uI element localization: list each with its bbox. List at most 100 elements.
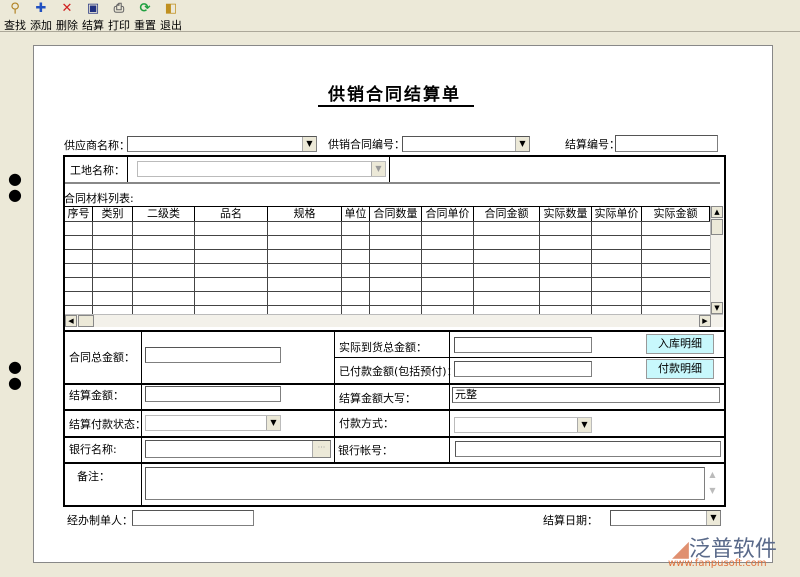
pay-status-label: 结算付款状态： [69,416,146,432]
add-icon: ✚ [33,2,49,16]
inbound-detail-button[interactable]: 入库明细 [646,334,714,354]
scroll-down-icon[interactable]: ▼ [711,302,723,314]
column-header[interactable]: 实际数量 [540,207,592,221]
scroll-thumb[interactable] [78,315,94,327]
column-header[interactable]: 合同单价 [422,207,474,221]
settle-date-picker[interactable]: ▼ [610,510,721,526]
column-header[interactable]: 序号 [65,207,93,221]
divider [334,332,335,462]
print-button[interactable]: ⎙打印 [106,2,132,33]
remark-scrollbar[interactable]: ▲▼ [706,467,719,500]
column-header[interactable]: 二级类 [133,207,195,221]
chevron-down-icon: ▼ [515,137,529,151]
table-row [65,291,710,292]
divider [63,462,726,464]
remark-label: 备注： [77,468,110,484]
more-icon[interactable]: ··· [312,441,330,457]
materials-table[interactable]: 序号类别二级类品名规格单位合同数量合同单价合同金额实际数量实际单价实际金额 [65,206,710,314]
supplier-select[interactable]: ▼ [127,136,317,152]
binder-clip-icon: ● ● [8,359,54,375]
paid-amount-input[interactable] [454,361,592,377]
column-header[interactable]: 类别 [93,207,133,221]
contract-no-label: 供销合同编号： [328,136,405,152]
bank-account-input[interactable] [455,441,721,457]
site-select[interactable]: ▼ [137,161,386,177]
payment-detail-button[interactable]: 付款明细 [646,359,714,379]
chevron-down-icon: ▼ [577,418,591,432]
vertical-scrollbar[interactable]: ▲ ▼ [710,206,723,314]
actual-total-input[interactable] [454,337,592,353]
settle-upper-label: 结算金额大写： [339,390,416,406]
supplier-label: 供应商名称： [64,137,130,153]
settle-no-input[interactable] [615,135,718,152]
brand-url: www.fanpusoft.com [668,558,767,569]
contract-total-input[interactable] [145,347,281,363]
exit-button[interactable]: ◧退出 [158,2,184,33]
toolbar: ⚲查找 ✚添加 ✕删除 ▣结算 ⎙打印 ⟳重置 ◧退出 [0,0,800,32]
contract-no-select[interactable]: ▼ [402,136,530,152]
table-row [65,249,710,250]
table-row [65,221,710,222]
column-header[interactable]: 实际金额 [642,207,710,221]
actual-total-label: 实际到货总金额： [339,339,427,355]
search-button[interactable]: ⚲查找 [2,2,28,33]
settle-amount-label: 结算金额： [69,387,124,403]
bank-account-label: 银行帐号： [338,442,393,458]
exit-icon: ◧ [163,2,179,16]
divider [63,409,726,411]
settle-date-label: 结算日期： [543,512,598,528]
contract-total-label: 合同总金额： [69,349,135,365]
divider [389,157,390,182]
chevron-down-icon: ▼ [266,416,280,430]
column-header[interactable]: 合同金额 [474,207,540,221]
delete-icon: ✕ [59,2,75,16]
paid-amount-label: 已付款金额(包括预付)： [339,363,458,379]
settle-button[interactable]: ▣结算 [80,2,106,33]
column-header[interactable]: 规格 [268,207,342,221]
pay-status-select[interactable]: ▼ [145,415,281,431]
pay-method-label: 付款方式： [339,415,394,431]
reset-button[interactable]: ⟳重置 [132,2,158,33]
bank-name-input[interactable]: ··· [145,440,331,458]
chevron-down-icon: ▼ [302,137,316,151]
divider [63,436,726,438]
site-label: 工地名称： [70,162,125,178]
column-header[interactable]: 品名 [195,207,268,221]
table-row [65,277,710,278]
column-header[interactable]: 实际单价 [592,207,642,221]
divider [334,357,726,358]
scroll-up-icon[interactable]: ▲ [711,206,723,218]
delete-button[interactable]: ✕删除 [54,2,80,33]
search-icon: ⚲ [7,2,23,16]
scroll-left-icon[interactable]: ◀ [65,315,77,327]
settle-amount-input[interactable] [145,386,281,402]
operator-input[interactable] [132,510,254,526]
bank-name-label: 银行名称: [69,441,117,457]
table-row [65,305,710,306]
scroll-thumb[interactable] [711,219,723,235]
settle-upper-input[interactable]: 元整 [452,387,720,403]
pay-method-select[interactable]: ▼ [454,417,592,433]
divider [65,182,720,184]
operator-label: 经办制单人： [67,512,133,528]
divider [127,157,128,182]
page-title: 供销合同结算单 [328,80,461,105]
binder-clip-icon: ● ● [8,171,54,187]
table-row [65,263,710,264]
materials-label: 合同材料列表: [64,190,134,206]
divider [63,383,726,385]
chevron-down-icon: ▼ [706,511,720,525]
column-header[interactable]: 单位 [342,207,370,221]
column-header[interactable]: 合同数量 [370,207,422,221]
title-underline [318,105,474,107]
remark-textarea[interactable] [145,467,705,500]
print-icon: ⎙ [111,2,127,16]
divider [449,332,450,462]
chevron-down-icon: ▼ [371,162,385,176]
table-row [65,235,710,236]
add-button[interactable]: ✚添加 [28,2,54,33]
save-icon: ▣ [85,2,101,16]
refresh-icon: ⟳ [137,2,153,16]
horizontal-scrollbar[interactable]: ◀ ▶ [65,314,723,327]
scroll-right-icon[interactable]: ▶ [699,315,711,327]
